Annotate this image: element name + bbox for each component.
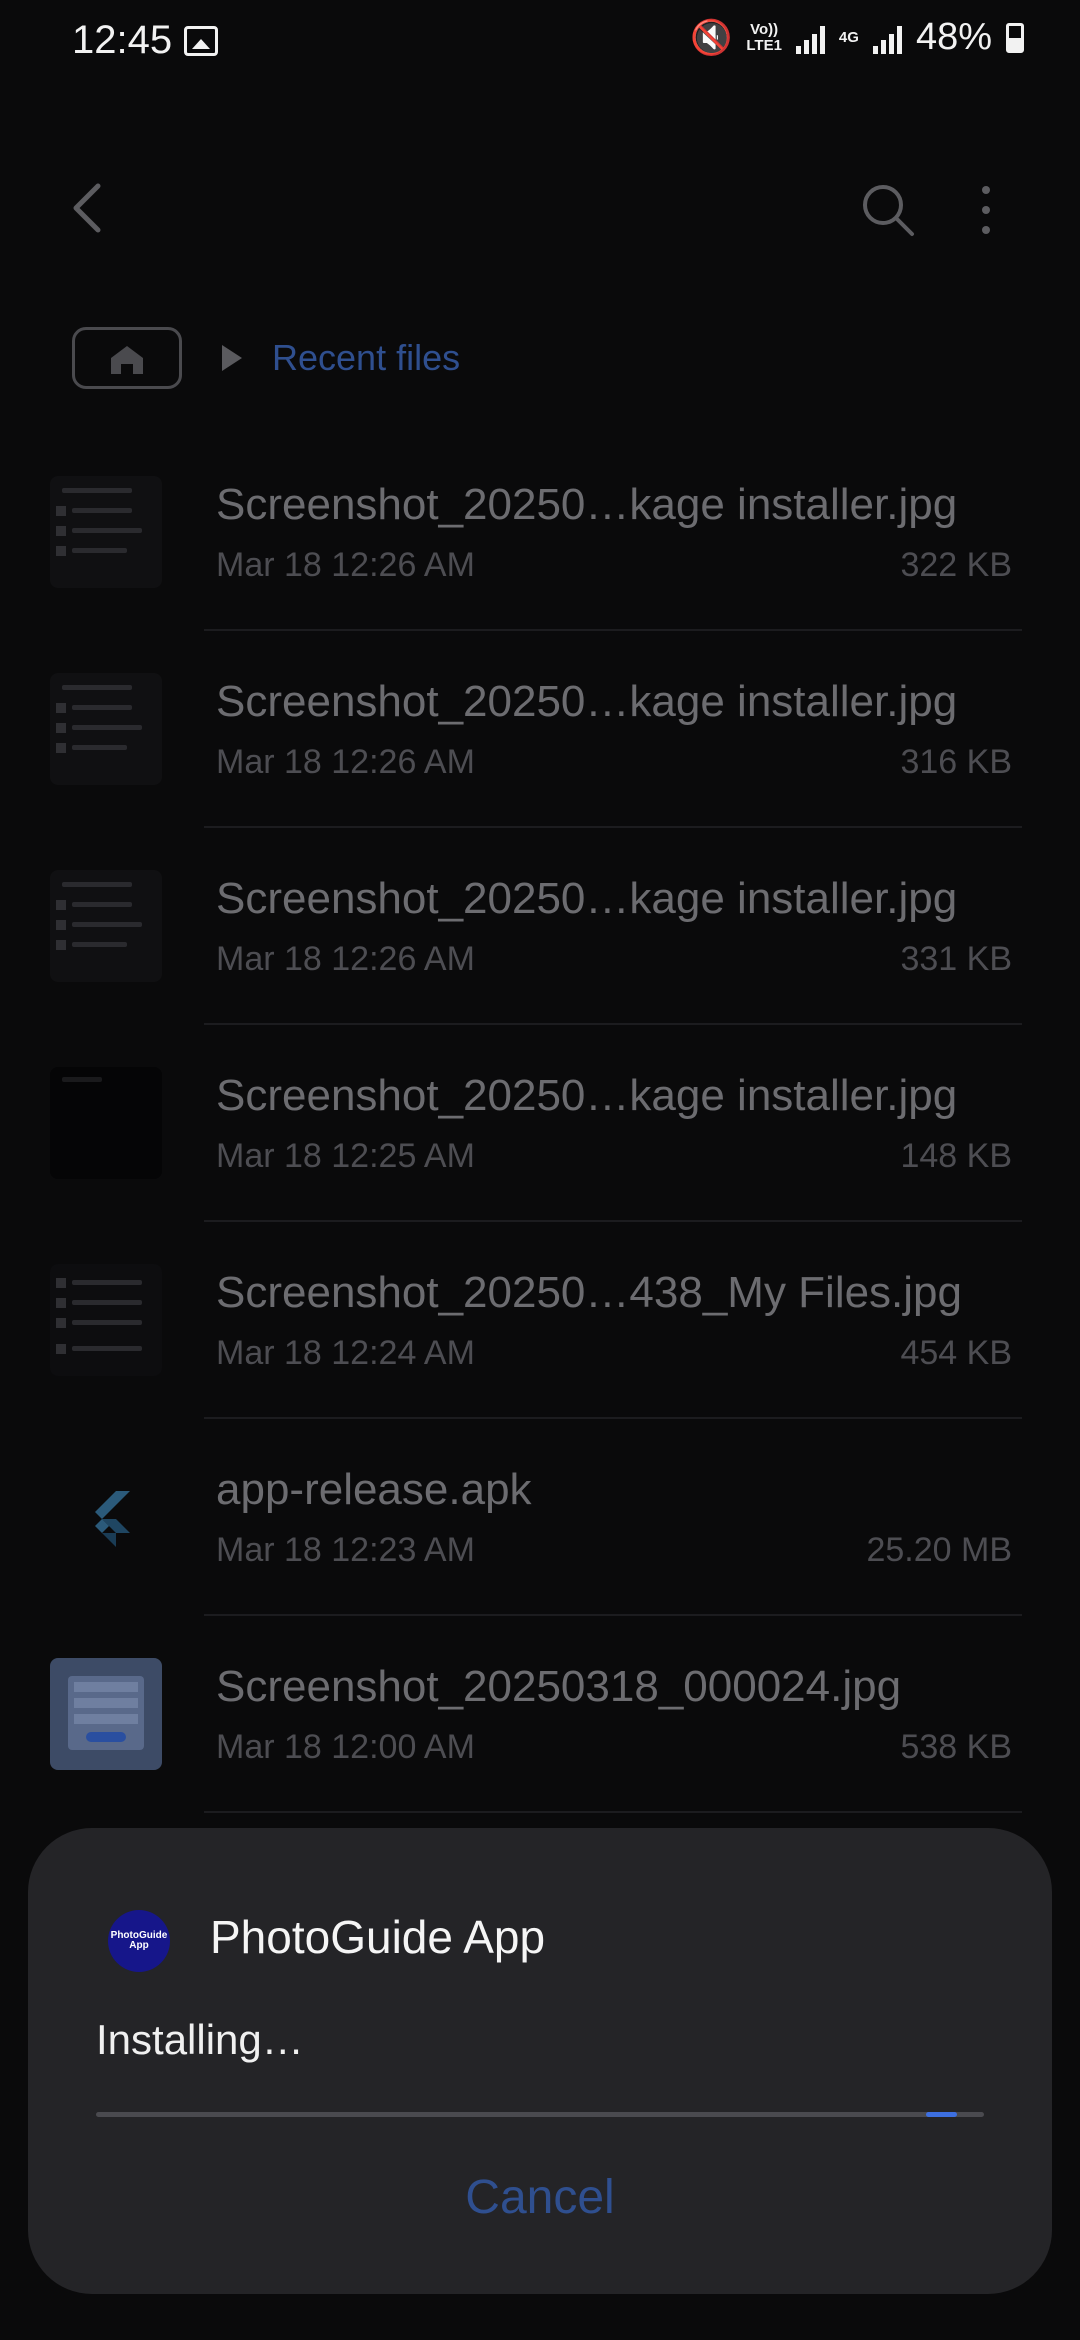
file-name: Screenshot_20250…kage installer.jpg (216, 1071, 958, 1120)
battery-percent: 48% (915, 16, 992, 58)
divider (204, 1023, 1022, 1025)
file-row[interactable]: Screenshot_20250…kage installer.jpg Mar … (0, 844, 1080, 1041)
file-date: Mar 18 12:26 AM (216, 940, 475, 978)
file-name: Screenshot_20250…438_My Files.jpg (216, 1268, 963, 1317)
file-date: Mar 18 12:26 AM (216, 743, 475, 781)
file-size: 538 KB (900, 1728, 1012, 1766)
install-progress-bar (96, 2112, 984, 2117)
file-size: 316 KB (900, 743, 1012, 781)
status-bar: 12:45 🔇 Vo)) LTE1 4G 48% (0, 0, 1080, 84)
file-date: Mar 18 12:23 AM (216, 1531, 475, 1569)
search-button[interactable] (858, 180, 918, 240)
install-status: Installing… (96, 2016, 304, 2063)
file-date: Mar 18 12:26 AM (216, 546, 475, 584)
4g-label: 4G (838, 28, 859, 46)
gallery-notification-icon (184, 26, 218, 56)
breadcrumb-recent-files[interactable]: Recent files (272, 337, 460, 379)
file-thumbnail (50, 1658, 162, 1770)
divider (204, 1811, 1022, 1813)
file-size: 454 KB (900, 1334, 1012, 1372)
file-name: app-release.apk (216, 1465, 532, 1514)
file-thumbnail (50, 476, 162, 588)
file-size: 148 KB (900, 1137, 1012, 1175)
file-size: 331 KB (900, 940, 1012, 978)
volte-label: Vo)) (750, 20, 779, 38)
flutter-apk-icon (50, 1461, 162, 1573)
file-size: 25.20 MB (866, 1531, 1012, 1569)
volte-indicator: Vo)) LTE1 (746, 20, 782, 54)
file-row[interactable]: app-release.apk Mar 18 12:23 AM 25.20 MB (0, 1435, 1080, 1632)
back-button[interactable] (60, 178, 120, 238)
home-icon (111, 346, 143, 374)
file-date: Mar 18 12:24 AM (216, 1334, 475, 1372)
status-icons: 🔇 Vo)) LTE1 4G 48% (690, 16, 1024, 59)
signal-icon-2 (872, 22, 902, 54)
status-time: 12:45 (72, 18, 173, 62)
file-thumbnail (50, 1067, 162, 1179)
lte-label: LTE1 (746, 36, 782, 54)
more-options-button[interactable] (966, 180, 1006, 240)
search-icon (863, 185, 914, 236)
app-bar (0, 150, 1080, 270)
file-date: Mar 18 12:25 AM (216, 1137, 475, 1175)
app-icon-text-2: App (129, 1940, 149, 1951)
file-date: Mar 18 12:00 AM (216, 1728, 475, 1766)
divider (204, 826, 1022, 828)
file-thumbnail (50, 673, 162, 785)
divider (204, 629, 1022, 631)
file-row[interactable]: Screenshot_20250318_000024.jpg Mar 18 12… (0, 1632, 1080, 1829)
breadcrumb: Recent files (72, 326, 460, 390)
file-row[interactable]: Screenshot_20250…kage installer.jpg Mar … (0, 1041, 1080, 1238)
divider (204, 1220, 1022, 1222)
home-button[interactable] (72, 327, 182, 389)
cancel-button[interactable]: Cancel (28, 2158, 1052, 2238)
signal-icon (795, 22, 825, 54)
more-vert-icon (982, 186, 990, 234)
divider (204, 1614, 1022, 1616)
file-name: Screenshot_20250…kage installer.jpg (216, 480, 958, 529)
file-thumbnail (50, 1264, 162, 1376)
file-row[interactable]: Screenshot_20250…kage installer.jpg Mar … (0, 647, 1080, 844)
app-name: PhotoGuide App (210, 1911, 546, 1963)
breadcrumb-arrow-icon (222, 345, 242, 371)
app-icon: PhotoGuide App (108, 1910, 170, 1972)
file-row[interactable]: Screenshot_20250…438_My Files.jpg Mar 18… (0, 1238, 1080, 1435)
install-dialog: PhotoGuide App PhotoGuide App Installing…… (28, 1828, 1052, 2294)
battery-icon (1006, 22, 1024, 53)
file-name: Screenshot_20250318_000024.jpg (216, 1662, 902, 1711)
file-size: 322 KB (900, 546, 1012, 584)
back-arrow-icon (73, 183, 101, 233)
file-row[interactable]: Screenshot_20250…kage installer.jpg Mar … (0, 450, 1080, 647)
mute-icon: 🔇 (690, 18, 733, 57)
file-thumbnail (50, 870, 162, 982)
file-name: Screenshot_20250…kage installer.jpg (216, 874, 958, 923)
divider (204, 1417, 1022, 1419)
progress-fill (926, 2112, 958, 2117)
file-name: Screenshot_20250…kage installer.jpg (216, 677, 958, 726)
